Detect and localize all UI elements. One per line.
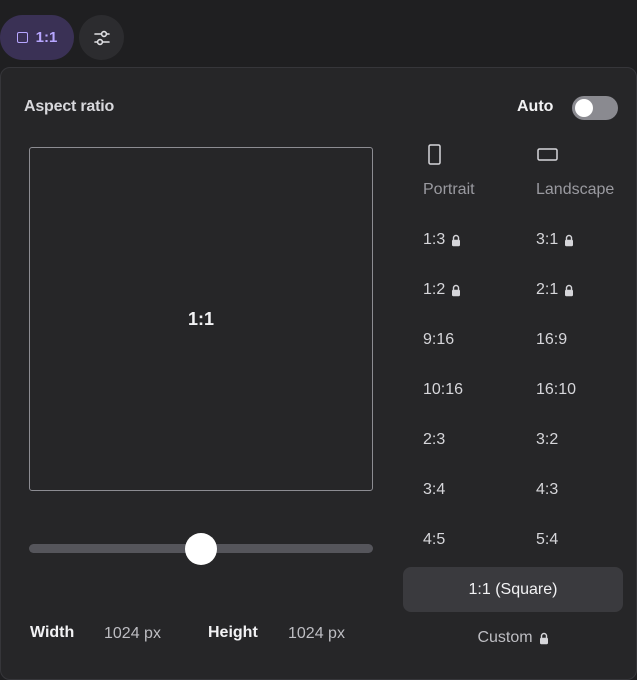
auto-label: Auto: [517, 98, 554, 115]
ratio-label: 10:16: [423, 381, 464, 398]
width-value: 1024 px: [104, 625, 161, 642]
height-value: 1024 px: [288, 625, 345, 642]
ratio-label: 3:4: [423, 481, 446, 498]
ratio-label: 5:4: [536, 531, 559, 548]
ratio-label: 16:9: [536, 331, 568, 348]
ratio-label: 2:1: [536, 281, 559, 298]
square-ratio-button[interactable]: 1:1 (Square): [403, 567, 623, 612]
ratio-label: 3:2: [536, 431, 559, 448]
lock-icon: [539, 632, 548, 644]
landscape-ratio-option[interactable]: 16:10: [536, 381, 576, 399]
ratio-label: 9:16: [423, 331, 455, 348]
lock-icon: [452, 284, 461, 296]
aspect-ratio-chip[interactable]: 1:1: [0, 15, 74, 60]
custom-ratio-option[interactable]: Custom: [403, 629, 623, 647]
auto-toggle[interactable]: [572, 96, 618, 120]
width-label: Width: [30, 624, 75, 641]
portrait-ratio-option[interactable]: 1:3: [423, 231, 461, 249]
auto-toggle-knob: [575, 99, 593, 117]
portrait-rect-icon: [428, 144, 441, 165]
custom-label: Custom: [477, 629, 533, 646]
landscape-ratio-option[interactable]: 4:3: [536, 481, 558, 499]
portrait-ratio-option[interactable]: 2:3: [423, 431, 445, 449]
ratio-label: 1:2: [423, 281, 446, 298]
landscape-ratio-option[interactable]: 2:1: [536, 281, 574, 299]
landscape-ratio-option[interactable]: 5:4: [536, 531, 558, 549]
ratio-label: 4:3: [536, 481, 559, 498]
ratio-label: 2:3: [423, 431, 446, 448]
panel-title: Aspect ratio: [24, 98, 115, 115]
landscape-ratio-option[interactable]: 3:1: [536, 231, 574, 249]
ratio-label: 16:10: [536, 381, 577, 398]
lock-icon: [565, 284, 574, 296]
settings-button[interactable]: [79, 15, 124, 60]
preview-label: 1:1: [187, 308, 214, 329]
ratio-slider-thumb[interactable]: [185, 533, 217, 565]
lock-icon: [452, 234, 461, 246]
height-label: Height: [208, 624, 258, 641]
portrait-ratio-option[interactable]: 1:2: [423, 281, 461, 299]
sliders-icon: [93, 30, 110, 45]
ratio-label: 1:3: [423, 231, 446, 248]
top-bar: 1:1: [0, 0, 637, 68]
portrait-ratio-option[interactable]: 3:4: [423, 481, 445, 499]
landscape-ratio-option[interactable]: 16:9: [536, 331, 567, 349]
square-icon: [16, 32, 28, 43]
landscape-ratio-option[interactable]: 3:2: [536, 431, 558, 449]
landscape-heading: Landscape: [536, 181, 615, 198]
portrait-ratio-option[interactable]: 10:16: [423, 381, 463, 399]
landscape-rect-icon: [537, 148, 558, 161]
ratio-preview: 1:1: [29, 147, 373, 491]
lock-icon: [565, 234, 574, 246]
ratio-label: 3:1: [536, 231, 559, 248]
portrait-heading: Portrait: [423, 181, 475, 198]
aspect-ratio-panel: Aspect ratio Auto 1:1 Width 1024 px Heig…: [0, 67, 637, 680]
portrait-ratio-option[interactable]: 4:5: [423, 531, 445, 549]
aspect-ratio-chip-label: 1:1: [35, 29, 58, 46]
ratio-label: 4:5: [423, 531, 446, 548]
portrait-ratio-option[interactable]: 9:16: [423, 331, 454, 349]
